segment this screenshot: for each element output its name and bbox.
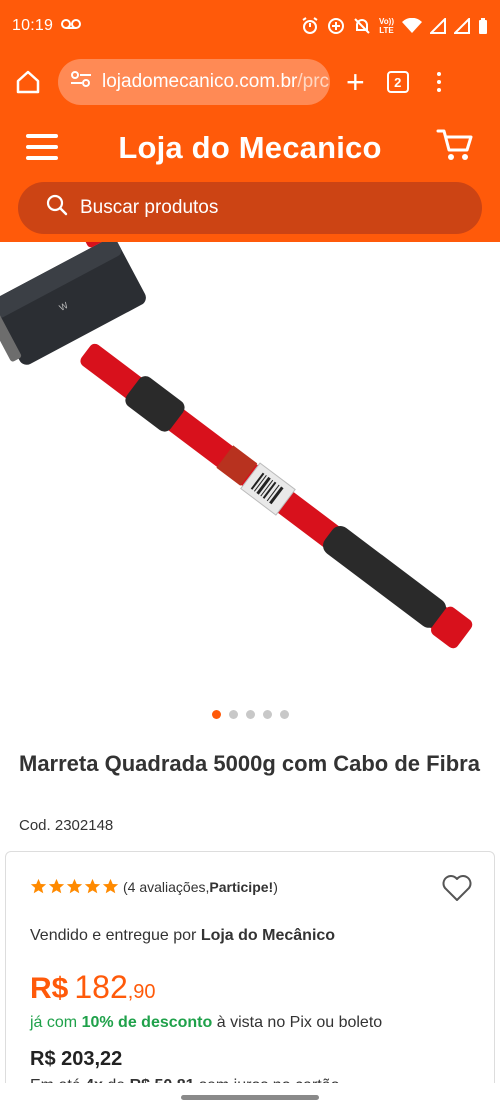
site-logo[interactable]: Loja do Mecanico bbox=[0, 130, 500, 166]
star-icon bbox=[84, 878, 101, 894]
carousel-dot[interactable] bbox=[228, 710, 238, 719]
url-host: lojadomecanico.com.br bbox=[102, 71, 298, 92]
carousel-dot[interactable] bbox=[279, 710, 289, 719]
status-bar: 10:19 Vo)) LTE bbox=[0, 0, 500, 52]
pix-discount: 10% de desconto bbox=[81, 1014, 213, 1031]
home-gesture-handle[interactable] bbox=[181, 1095, 319, 1100]
url-path: /prc bbox=[297, 71, 330, 92]
status-time: 10:19 bbox=[12, 17, 54, 34]
star-icon bbox=[30, 878, 47, 894]
browser-menu-icon[interactable] bbox=[436, 72, 441, 92]
site-header: Loja do Mecanico Buscar produtos bbox=[0, 112, 500, 242]
home-icon[interactable] bbox=[10, 64, 46, 100]
product-title: Marreta Quadrada 5000g com Cabo de Fibra bbox=[19, 751, 480, 776]
gesture-nav-bar bbox=[0, 1083, 500, 1111]
pix-discount-note: já com 10% de desconto à vista no Pix ou… bbox=[30, 1014, 382, 1032]
mute-icon bbox=[353, 17, 371, 35]
product-image[interactable]: W bbox=[0, 215, 500, 704]
reviews-count: (4 avaliações, bbox=[123, 878, 210, 895]
price-currency: R$ bbox=[30, 972, 69, 1005]
search-icon bbox=[46, 194, 68, 222]
seller-info: Vendido e entregue por Loja do Mecânico bbox=[30, 927, 335, 945]
buy-box: (4 avaliações, Participe!) Vendido e ent… bbox=[5, 851, 495, 1111]
battery-icon bbox=[478, 17, 488, 35]
rating-row[interactable]: (4 avaliações, Participe!) bbox=[30, 878, 278, 895]
pix-prefix: já com bbox=[30, 1014, 82, 1031]
search-placeholder: Buscar produtos bbox=[80, 197, 219, 218]
data-saver-icon bbox=[327, 17, 345, 35]
price-integer: 182 bbox=[74, 969, 128, 1005]
full-price: R$ 203,22 bbox=[30, 1048, 123, 1070]
alarm-icon bbox=[301, 17, 319, 35]
cart-icon[interactable] bbox=[436, 128, 474, 167]
wifi-icon bbox=[402, 18, 422, 34]
reviews-close: ) bbox=[273, 878, 278, 895]
star-icon bbox=[102, 878, 119, 894]
price-decimals: ,90 bbox=[127, 981, 156, 1003]
review-cta-link[interactable]: Participe! bbox=[209, 879, 273, 895]
product-code: Cod. 2302148 bbox=[19, 817, 114, 834]
seller-name: Loja do Mecânico bbox=[200, 927, 336, 944]
new-tab-icon[interactable]: + bbox=[346, 66, 365, 98]
search-input[interactable]: Buscar produtos bbox=[18, 182, 482, 234]
seller-prefix: Vendido e entregue por bbox=[30, 927, 201, 944]
carousel-dot[interactable] bbox=[262, 710, 272, 719]
signal-icon bbox=[430, 18, 446, 34]
star-icon bbox=[66, 878, 83, 894]
carousel-dot[interactable] bbox=[245, 710, 255, 719]
voicemail-icon bbox=[61, 17, 82, 35]
star-icon bbox=[48, 878, 65, 894]
site-settings-icon[interactable] bbox=[70, 70, 92, 94]
pix-price: R$ 182,90 bbox=[30, 969, 156, 1006]
browser-toolbar: lojadomecanico.com.br/prc + 2 bbox=[0, 52, 500, 112]
star-rating bbox=[30, 878, 119, 895]
signal-icon-2 bbox=[454, 18, 470, 34]
carousel-dot[interactable] bbox=[211, 710, 221, 719]
carousel-dots[interactable] bbox=[0, 710, 500, 719]
pix-suffix: à vista no Pix ou boleto bbox=[212, 1014, 383, 1031]
url-bar[interactable]: lojadomecanico.com.br/prc bbox=[58, 59, 330, 105]
favorite-heart-icon[interactable] bbox=[442, 874, 472, 907]
volte-icon: Vo)) LTE bbox=[379, 17, 394, 35]
tab-switcher-button[interactable]: 2 bbox=[386, 71, 409, 93]
